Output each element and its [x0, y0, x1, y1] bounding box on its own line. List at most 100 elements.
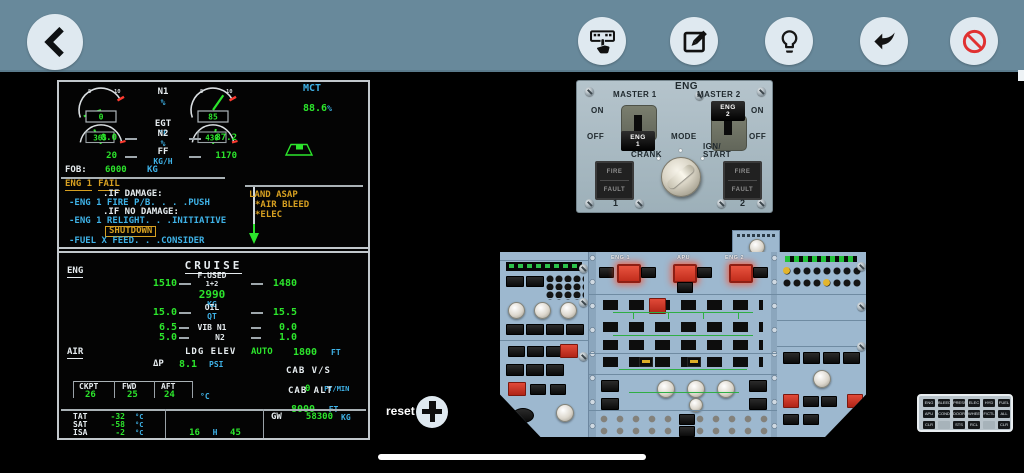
fob-value: 6000 [105, 165, 127, 175]
edit-button[interactable] [670, 17, 718, 65]
ecp-press-button[interactable]: PRESS [953, 399, 965, 407]
screw-icon [579, 352, 588, 361]
ldg-elev-value: 1800 [293, 347, 318, 358]
button-row [603, 357, 763, 367]
footer-line [61, 409, 366, 411]
oval-button [512, 408, 534, 423]
panel-button [679, 414, 695, 425]
isa-label: ISA [73, 428, 88, 437]
mode-selector-knob[interactable] [661, 157, 701, 197]
gw-label: GW [271, 412, 282, 422]
undo-button[interactable] [860, 17, 908, 65]
app-screen: 5 10 0 5 10 85 N1 % MCT 88.6% 365 430 EG… [0, 0, 1024, 473]
temp-unit: °C [200, 392, 210, 401]
eng1-fire-button[interactable]: FIRE FAULT [595, 161, 634, 200]
system-line [613, 312, 753, 313]
panel-button [843, 352, 860, 364]
ecp-clr-left-button[interactable]: CLR [923, 421, 935, 429]
ecp-fctl-button[interactable]: F/CTL [983, 410, 995, 418]
panel-button [679, 426, 695, 437]
panel-button [508, 346, 525, 357]
delta-p-label: ΔP [153, 359, 164, 369]
apu-fire-handle [673, 264, 697, 283]
ecp-hyd-button[interactable]: HYD [983, 399, 995, 407]
interactive-panel-button[interactable] [578, 17, 626, 65]
screw-icon [585, 199, 594, 208]
guarded-red-button [783, 394, 799, 408]
ecp-fuel-button[interactable]: FUEL [998, 399, 1010, 407]
oil-block: OIL QT [204, 303, 220, 321]
ldg-elev-unit: FT [331, 348, 341, 357]
vib-n2-left: 5.0 [158, 332, 177, 343]
toolbar [0, 0, 1024, 72]
position-2-label: 2 [740, 198, 746, 208]
button-row [603, 340, 763, 350]
ecp-apu-button[interactable]: APU [923, 410, 935, 418]
panel-button [546, 364, 564, 376]
cab-vs-label: CAB V/S [286, 366, 331, 376]
svg-text:5: 5 [88, 89, 91, 95]
system-line [629, 392, 739, 393]
air-section-label: AIR [67, 347, 84, 359]
ecp-sts-button[interactable]: STS [953, 421, 965, 429]
screw-icon [635, 199, 644, 208]
screw-icon [717, 199, 726, 208]
rotary-knob [657, 380, 675, 398]
screw-icon [757, 199, 766, 208]
rotary-knob [687, 380, 705, 398]
panel-button [526, 324, 544, 335]
isa-unit: °C [135, 429, 144, 437]
overhead-right-wing [777, 252, 866, 437]
air-bleed-label: *AIR BLEED [255, 200, 310, 210]
ecp-eng-button[interactable]: ENG [923, 399, 935, 407]
back-button[interactable] [27, 14, 83, 70]
panel-line [777, 346, 866, 347]
reset-button[interactable] [416, 396, 448, 428]
panel-button [803, 396, 819, 407]
system-line [668, 312, 669, 319]
svg-text:5: 5 [200, 89, 203, 95]
n1-label: N1 % [157, 87, 169, 107]
home-indicator[interactable] [378, 454, 646, 460]
oil-right: 15.5 [272, 307, 297, 318]
eng1-master-switch[interactable]: ENG 1 [621, 103, 657, 151]
ecp-all-button[interactable]: ALL [998, 410, 1010, 418]
hint-button[interactable] [765, 17, 813, 65]
panel-line [500, 340, 588, 341]
ecp-door-button[interactable]: DOOR [953, 410, 965, 418]
screw-icon [757, 87, 766, 96]
ecp-rcl-button[interactable]: RCL [968, 421, 980, 429]
panel-button [823, 352, 840, 364]
switch-handle: ENG 1 [621, 131, 655, 151]
ecp-clr-right-button[interactable]: CLR [998, 421, 1010, 429]
panel-button [749, 380, 767, 392]
n2-label: N2 % [157, 129, 169, 148]
panel-line [589, 374, 778, 375]
ecp-elec-button[interactable]: ELEC [968, 399, 980, 407]
master1-label: MASTER 1 [613, 90, 657, 99]
overhead-panel-preview[interactable]: ENG 1 APU ENG 2 [500, 230, 866, 438]
checklist-line: -FUEL X FEED. . .CONSIDER [69, 236, 205, 246]
temp-table-line [73, 381, 74, 398]
disable-button[interactable] [950, 17, 998, 65]
rotary-knob [508, 302, 525, 319]
ecp-cond-button[interactable]: COND [938, 410, 950, 418]
ecp-bleed-button[interactable]: BLEED [938, 399, 950, 407]
keypad [546, 274, 584, 300]
nacelle-icon [284, 143, 314, 156]
round-button-row [783, 266, 861, 276]
thrust-limit: MCT 88.6% [303, 83, 332, 114]
divider-dash [125, 156, 137, 158]
panel-button [697, 267, 712, 278]
vib-n2-right: 1.0 [278, 332, 297, 343]
ecp-wheel-button[interactable]: WHEEL [968, 410, 980, 418]
eng2-fire-button[interactable]: FIRE FAULT [723, 161, 762, 200]
screw-icon [857, 342, 866, 351]
divider-dash [179, 337, 189, 339]
rotary-knob [560, 302, 577, 319]
divider-dash [179, 327, 189, 329]
panel-button [803, 414, 819, 425]
guarded-red-button [508, 382, 526, 396]
ldg-elev-mode: AUTO [251, 347, 273, 357]
master2-on-label: ON [751, 106, 764, 115]
